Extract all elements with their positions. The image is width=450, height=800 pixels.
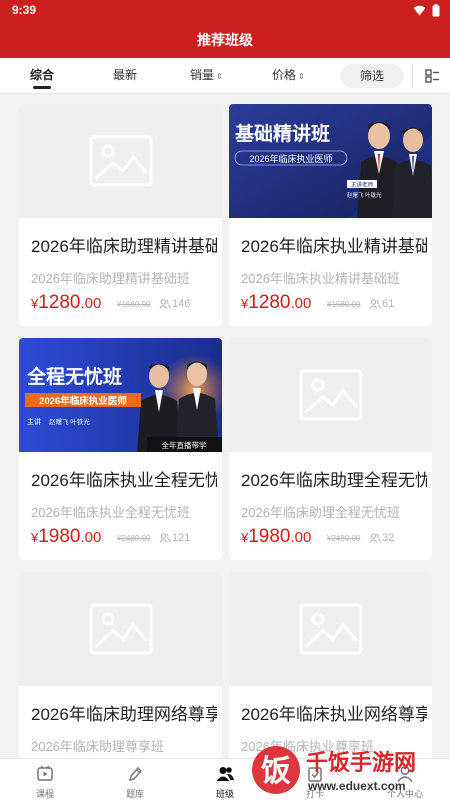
banner-subtitle: 2026年临床执业医师 bbox=[249, 153, 332, 164]
course-image-placeholder bbox=[229, 572, 432, 686]
course-banner-image: 全程无忧班 2026年临床执业医师 主讲 赵曙飞 叶铁光 全年直播带学 bbox=[19, 338, 222, 452]
wifi-icon bbox=[413, 5, 426, 16]
course-description: 2026年临床助理全程无忧班 bbox=[241, 505, 400, 520]
course-name: 2026年临床助理网络尊享班 bbox=[31, 705, 217, 724]
image-placeholder-icon bbox=[89, 135, 153, 187]
filter-tab-label: 最新 bbox=[113, 68, 138, 82]
image-placeholder-icon bbox=[89, 603, 153, 655]
sort-arrows-icon: ⇕ bbox=[216, 72, 223, 81]
enrollment-count: 61 bbox=[369, 298, 394, 310]
status-bar: 9:39 bbox=[0, 0, 450, 22]
course-card[interactable]: 基础精讲班 2026年临床执业医师 主讲老师 赵曙飞 叶铁光 2026年临床执业… bbox=[229, 104, 432, 326]
divider bbox=[412, 64, 413, 88]
original-price: ¥1580.00 bbox=[117, 300, 151, 309]
enrollment-count: 146 bbox=[159, 298, 190, 310]
banner-teacher-label: 主讲老师 bbox=[351, 181, 374, 189]
banner-teacher-label: 主讲 bbox=[27, 417, 41, 426]
course-name: 2026年临床执业精讲基础班 bbox=[241, 237, 427, 256]
filter-tab-price[interactable]: 价格 ⇕ bbox=[272, 58, 305, 94]
course-description: 2026年临床执业全程无忧班 bbox=[31, 505, 190, 520]
pencil-icon bbox=[128, 766, 143, 782]
users-icon bbox=[369, 299, 381, 309]
watermark-name: 千饭手游网 bbox=[306, 750, 416, 776]
users-icon bbox=[369, 533, 381, 543]
original-price: ¥2480.00 bbox=[117, 534, 151, 543]
course-card[interactable]: 全程无忧班 2026年临床执业医师 主讲 赵曙飞 叶铁光 全年直播带学 2026… bbox=[19, 338, 222, 560]
site-watermark: 饭 千饭手游网 www.eduext.com bbox=[248, 738, 448, 800]
enrollment-count: 32 bbox=[369, 532, 394, 544]
filter-tab-label: 销量 bbox=[190, 68, 215, 82]
users-icon bbox=[216, 767, 234, 781]
course-description: 2026年临床执业精讲基础班 bbox=[241, 271, 400, 286]
list-layout-icon[interactable] bbox=[420, 66, 444, 86]
original-price: ¥2480.00 bbox=[327, 534, 361, 543]
course-price: ¥1280.00 bbox=[31, 292, 102, 313]
course-price: ¥1980.00 bbox=[241, 526, 312, 547]
course-name: 2026年临床助理全程无忧班 bbox=[241, 471, 427, 490]
banner-tag: 全年直播带学 bbox=[162, 440, 207, 450]
tab-label: 课程 bbox=[35, 789, 54, 799]
course-description: 2026年临床助理尊享班 bbox=[31, 739, 164, 754]
watermark-logo: 饭 bbox=[261, 754, 291, 789]
filter-bar: 综合 最新 销量 ⇕ 价格 ⇕ 筛选 bbox=[0, 58, 450, 94]
course-price: ¥1980.00 bbox=[31, 526, 102, 547]
course-description: 2026年临床助理精讲基础班 bbox=[31, 271, 190, 286]
active-tab-indicator bbox=[33, 86, 51, 89]
filter-tab-sales[interactable]: 销量 ⇕ bbox=[190, 58, 223, 94]
tab-courses[interactable]: 课程 bbox=[0, 759, 90, 800]
image-placeholder-icon bbox=[299, 603, 363, 655]
system-icons bbox=[413, 4, 440, 17]
filter-tab-label: 综合 bbox=[30, 68, 55, 82]
course-image-placeholder bbox=[229, 338, 432, 452]
banner-teachers: 赵曙飞 叶铁光 bbox=[49, 417, 90, 426]
banner-subtitle: 2026年临床执业医师 bbox=[39, 395, 127, 407]
course-card[interactable]: 2026年临床助理精讲基础班 2026年临床助理精讲基础班 ¥1280.00 ¥… bbox=[19, 104, 222, 326]
course-name: 2026年临床助理精讲基础班 bbox=[31, 237, 217, 256]
course-image-placeholder bbox=[19, 104, 222, 218]
users-icon bbox=[159, 533, 171, 543]
filter-tab-label: 价格 bbox=[272, 68, 297, 82]
sort-arrows-icon: ⇕ bbox=[298, 72, 305, 81]
watermark-url: www.eduext.com bbox=[307, 779, 406, 793]
course-banner-image: 基础精讲班 2026年临床执业医师 主讲老师 赵曙飞 叶铁光 bbox=[229, 104, 432, 218]
users-icon bbox=[159, 299, 171, 309]
battery-icon bbox=[432, 4, 440, 17]
banner-teachers: 赵曙飞 叶铁光 bbox=[347, 191, 382, 199]
course-card[interactable]: 2026年临床助理全程无忧班 2026年临床助理全程无忧班 ¥1980.00 ¥… bbox=[229, 338, 432, 560]
tab-label: 题库 bbox=[125, 789, 144, 799]
course-image-placeholder bbox=[19, 572, 222, 686]
filter-tab-newest[interactable]: 最新 bbox=[113, 58, 137, 94]
banner-title: 基础精讲班 bbox=[234, 122, 330, 145]
tab-question-bank[interactable]: 题库 bbox=[90, 759, 180, 800]
image-placeholder-icon bbox=[299, 369, 363, 421]
status-time: 9:39 bbox=[12, 3, 37, 17]
enrollment-count: 121 bbox=[159, 532, 190, 544]
course-price: ¥1280.00 bbox=[241, 292, 312, 313]
course-name: 2026年临床执业网络尊享班 bbox=[241, 705, 427, 724]
play-video-icon bbox=[37, 765, 53, 781]
original-price: ¥1580.00 bbox=[327, 300, 361, 309]
banner-title: 全程无忧班 bbox=[26, 365, 122, 388]
page-title: 推荐班级 bbox=[197, 32, 253, 48]
title-bar: 推荐班级 bbox=[0, 22, 450, 58]
filter-button[interactable]: 筛选 bbox=[340, 64, 404, 88]
course-name: 2026年临床执业全程无忧班 bbox=[31, 471, 217, 490]
